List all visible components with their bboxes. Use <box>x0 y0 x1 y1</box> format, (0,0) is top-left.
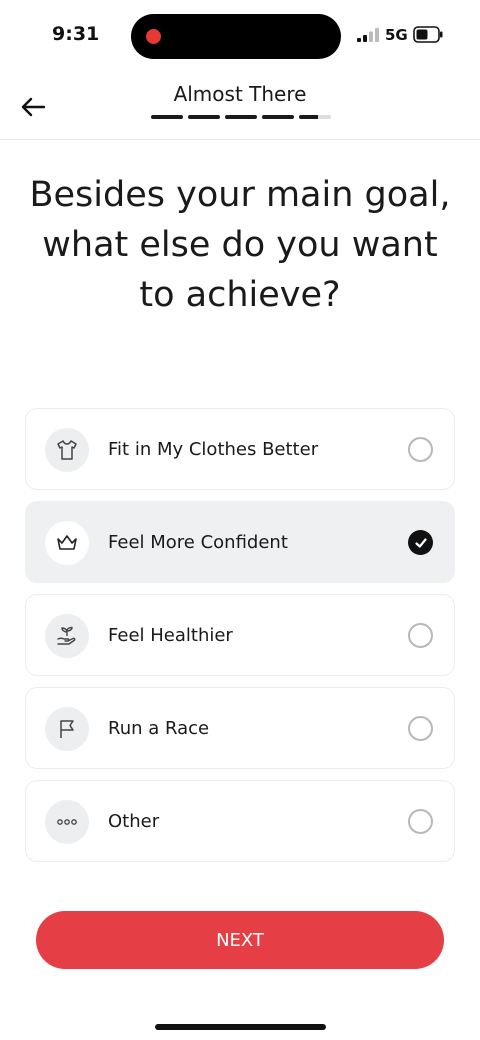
option-feel-healthier[interactable]: Feel Healthier <box>25 594 455 676</box>
status-bar: 9:31 5G <box>0 0 480 72</box>
option-label: Feel More Confident <box>108 532 288 553</box>
recording-indicator-icon <box>146 29 161 44</box>
progress-indicator <box>151 115 331 119</box>
checkmark-icon <box>414 537 427 548</box>
next-button[interactable]: NEXT <box>36 911 444 969</box>
crown-icon <box>57 535 77 550</box>
flag-icon <box>60 720 74 738</box>
tshirt-icon <box>57 440 77 460</box>
header-title: Almost There <box>173 82 307 106</box>
progress-segment <box>299 115 331 119</box>
signal-strength-icon <box>357 28 379 42</box>
option-label: Run a Race <box>108 718 210 739</box>
more-dots-icon <box>57 819 77 825</box>
option-icon-wrap <box>45 614 89 658</box>
progress-segment <box>151 115 183 119</box>
option-label: Feel Healthier <box>108 625 233 646</box>
battery-icon <box>413 26 443 43</box>
top-header: Almost There <box>0 72 480 140</box>
option-icon-wrap <box>45 521 89 565</box>
option-label: Other <box>108 811 160 832</box>
network-type: 5G <box>385 26 408 44</box>
option-fit-clothes[interactable]: Fit in My Clothes Better <box>25 408 455 490</box>
question-heading: Besides your main goal, what else do you… <box>29 175 451 315</box>
option-label: Fit in My Clothes Better <box>108 439 319 460</box>
radio-button-checked[interactable] <box>408 530 433 555</box>
dynamic-island <box>131 14 341 59</box>
home-indicator[interactable] <box>155 1024 326 1030</box>
progress-segment <box>225 115 257 119</box>
radio-button[interactable] <box>408 623 433 648</box>
progress-segment <box>262 115 294 119</box>
status-time: 9:31 <box>52 23 100 45</box>
progress-segment <box>188 115 220 119</box>
radio-button[interactable] <box>408 809 433 834</box>
radio-button[interactable] <box>408 437 433 462</box>
option-icon-wrap <box>45 800 89 844</box>
hand-sprout-icon <box>57 626 76 645</box>
option-run-race[interactable]: Run a Race <box>25 687 455 769</box>
option-other[interactable]: Other <box>25 780 455 862</box>
option-icon-wrap <box>45 707 89 751</box>
radio-button[interactable] <box>408 716 433 741</box>
option-feel-confident[interactable]: Feel More Confident <box>25 501 455 583</box>
option-icon-wrap <box>45 428 89 472</box>
options-list: Fit in My Clothes Better Feel More Confi… <box>25 408 455 873</box>
